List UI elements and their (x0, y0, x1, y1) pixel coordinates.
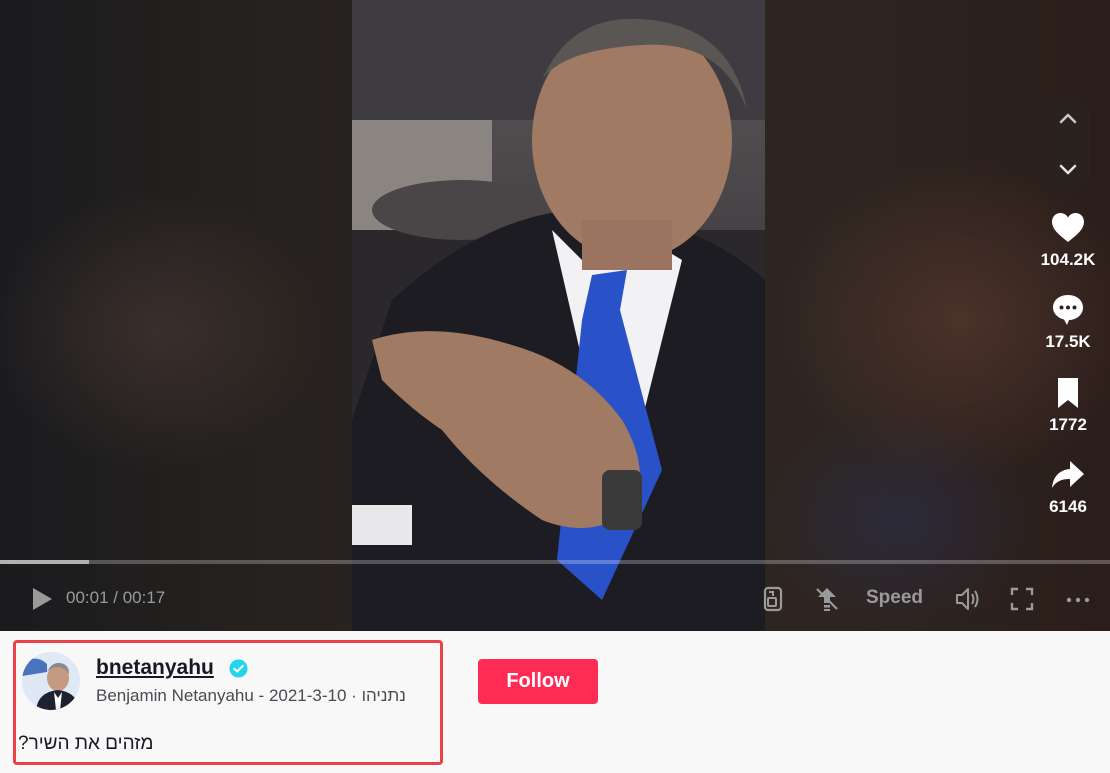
comment-icon (1053, 295, 1083, 325)
bookmark-button[interactable]: 1772 (1030, 375, 1106, 435)
more-icon (1066, 597, 1090, 603)
total-time: 00:17 (122, 588, 166, 607)
feed-navigation (1045, 96, 1090, 192)
author-subline: Benjamin Netanyahu - נתניהו · 2021-3-10 (96, 686, 406, 706)
time-separator: / (108, 588, 123, 607)
player-controls: 00:01 / 00:17 Speed (0, 575, 1110, 623)
volume-icon (956, 588, 979, 610)
comment-button[interactable]: 17.5K (1030, 292, 1106, 352)
miniplayer-icon (763, 586, 783, 612)
share-button[interactable]: 6146 (1030, 457, 1106, 517)
chevron-up-icon (1059, 113, 1077, 124)
chevron-down-icon (1059, 164, 1077, 175)
follow-button[interactable]: Follow (478, 659, 598, 704)
like-button[interactable]: 104.2K (1030, 210, 1106, 270)
speed-button[interactable]: Speed (866, 587, 923, 609)
comment-count: 17.5K (1045, 332, 1091, 351)
avatar-image (22, 652, 80, 710)
fullscreen-button[interactable] (1008, 585, 1036, 613)
fullscreen-icon (1010, 587, 1034, 611)
next-video-button[interactable] (1053, 154, 1083, 184)
previous-video-button[interactable] (1053, 104, 1083, 134)
share-count: 6146 (1049, 497, 1087, 516)
verified-icon (229, 659, 248, 678)
avatar[interactable] (22, 652, 80, 710)
progress-fill (0, 560, 89, 564)
volume-button[interactable] (954, 585, 982, 613)
play-icon (33, 588, 52, 610)
video-frame[interactable] (352, 0, 765, 631)
video-still (352, 0, 765, 631)
author-username[interactable]: bnetanyahu (96, 656, 214, 680)
video-player[interactable]: 104.2K 17.5K 1772 6146 00:01 / 00:17 Spe… (0, 0, 1110, 631)
verified-badge (229, 659, 248, 678)
auto-scroll-icon (816, 588, 838, 611)
auto-scroll-button[interactable] (813, 585, 841, 613)
like-count: 104.2K (1040, 250, 1096, 269)
progress-bar[interactable] (0, 560, 1110, 564)
playback-time: 00:01 / 00:17 (66, 588, 165, 608)
bookmark-count: 1772 (1049, 415, 1087, 434)
more-options-button[interactable] (1064, 585, 1092, 613)
post-date: 2021-3-10 (268, 686, 347, 705)
share-icon (1052, 461, 1084, 488)
heart-icon (1052, 213, 1084, 242)
bookmark-icon (1058, 378, 1078, 408)
video-caption: מזהים את השיר? (18, 733, 154, 754)
subline-separator: · (346, 686, 362, 705)
miniplayer-button[interactable] (759, 585, 787, 613)
play-button[interactable] (28, 585, 56, 613)
current-time: 00:01 (66, 588, 109, 607)
